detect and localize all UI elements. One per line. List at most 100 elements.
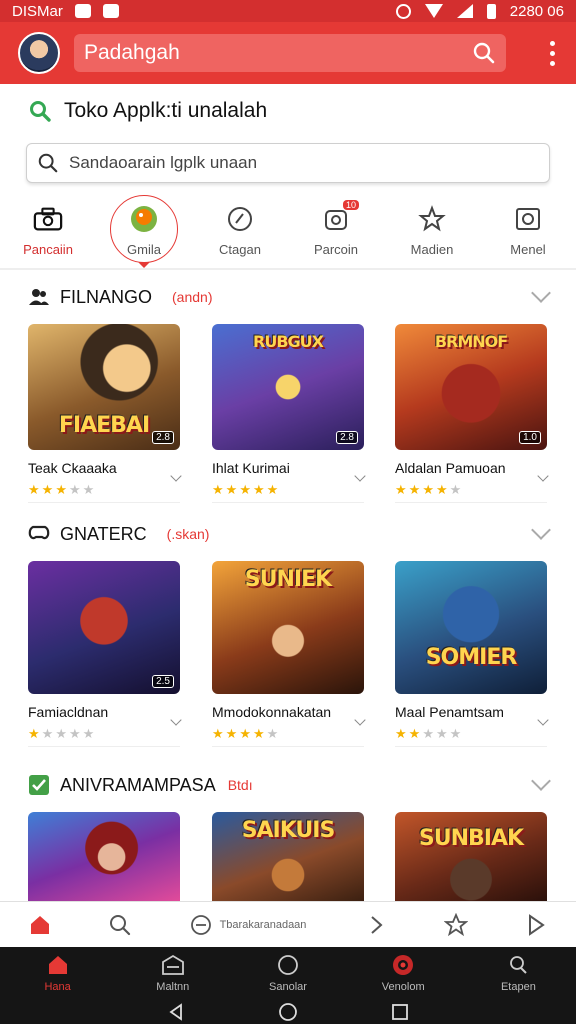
- search-placeholder: Sandaoarain lgplk unaan: [69, 153, 258, 172]
- divider: [212, 746, 364, 747]
- app-thumbnail[interactable]: SOMIER: [395, 561, 547, 694]
- section-header[interactable]: GNATERC (.skan): [28, 520, 551, 547]
- app-tag: 1.0: [519, 431, 541, 444]
- compass-icon: [225, 206, 255, 232]
- app-card[interactable]: RUBGUX 2.8 Ihlat Kurimai ★ ★ ★ ★ ★: [212, 324, 366, 503]
- star-filled-icon: ★: [422, 482, 434, 497]
- star-filled-icon: ★: [408, 482, 421, 497]
- star-empty-icon: ★: [266, 726, 279, 741]
- toolbar-middle-text: Tbarakaranadaan: [219, 918, 307, 931]
- category-tab-0[interactable]: Pancaiin: [0, 192, 96, 270]
- forward-button[interactable]: [336, 902, 416, 948]
- divider: [28, 502, 180, 503]
- app-name: Mmodokonnakatan: [212, 704, 332, 720]
- status-bar: DISMar 2280 06: [0, 0, 576, 22]
- favorite-button[interactable]: [416, 902, 496, 948]
- app-card[interactable]: SAIKUIS: [212, 812, 364, 902]
- app-name: Aldalan Pamuoan: [395, 460, 506, 476]
- divider: [28, 746, 180, 747]
- search-input[interactable]: Sandaoarain lgplk unaan: [26, 143, 550, 183]
- star-filled-icon: ★: [266, 482, 279, 497]
- notification-app-icon: [102, 4, 119, 18]
- section-header[interactable]: ANIVRAMAMPASA Btdı: [28, 771, 551, 798]
- back-icon[interactable]: [167, 1003, 185, 1021]
- star-filled-icon: ★: [395, 726, 407, 741]
- category-tab-4[interactable]: Madien: [384, 192, 480, 270]
- store-title-text: Toko Applk:ti unalalah: [64, 99, 268, 122]
- games-icon: [161, 954, 184, 975]
- category-tab-2[interactable]: Ctagan: [192, 192, 288, 270]
- home-circle-icon[interactable]: [278, 1002, 298, 1022]
- category-tab-5[interactable]: Menel: [480, 192, 576, 270]
- app-card[interactable]: FIAEBAI 2.8 Teak Ckaaaka ★ ★ ★ ★ ★: [28, 324, 182, 503]
- app-thumbnail[interactable]: FIAEBAI 2.8: [28, 324, 180, 450]
- app-thumbnail[interactable]: SAIKUIS: [212, 812, 364, 902]
- nav-item-apps[interactable]: Venolom: [346, 947, 461, 1000]
- section-title: ANIVRAMAMPASA: [60, 774, 216, 795]
- active-ring: [110, 195, 178, 263]
- alarm-icon: [395, 3, 411, 19]
- star-filled-icon: ★: [225, 726, 238, 741]
- category-tab-3[interactable]: 10 Parcoin: [288, 192, 384, 270]
- section-title: FILNANGO: [60, 286, 153, 307]
- star-filled-icon: ★: [212, 482, 224, 497]
- category-label: Menel: [510, 241, 546, 257]
- chevron-down-icon[interactable]: [531, 771, 551, 791]
- app-card[interactable]: SOMIER Maal Penamtsam ★ ★ ★ ★ ★: [395, 561, 549, 747]
- app-card[interactable]: BRMNOF 1.0 Aldalan Pamuoan ★ ★ ★ ★ ★: [395, 324, 549, 503]
- app-thumbnail[interactable]: SUNIEK: [212, 561, 364, 694]
- camera-bag-icon: [33, 206, 63, 232]
- search-icon: [110, 914, 131, 935]
- star-filled-icon: ★: [408, 726, 421, 741]
- search-button[interactable]: [80, 902, 160, 948]
- home-icon: [31, 915, 49, 934]
- star-empty-icon: ★: [68, 726, 81, 741]
- rating-stars: ★ ★ ★ ★ ★: [395, 482, 547, 498]
- app-thumbnail[interactable]: BRMNOF 1.0: [395, 324, 547, 450]
- recents-icon[interactable]: [391, 1003, 409, 1021]
- chevron-down-icon[interactable]: [531, 520, 551, 540]
- star-filled-icon: ★: [252, 726, 265, 741]
- avatar[interactable]: [18, 32, 60, 74]
- app-thumbnail[interactable]: 2.5: [28, 561, 180, 694]
- section-header[interactable]: FILNANGO (andn): [28, 283, 551, 310]
- nav-item-games[interactable]: Maltnn: [115, 947, 230, 1000]
- play-button[interactable]: [496, 902, 576, 948]
- app-card[interactable]: SUNIEK Mmodokonnakatan ★ ★ ★ ★ ★: [212, 561, 366, 747]
- mail-icon: [74, 4, 91, 18]
- app-thumbnail[interactable]: [28, 812, 180, 902]
- app-bar-search-text: Padahgah: [84, 41, 180, 64]
- nav-item-search[interactable]: Sanolar: [230, 947, 345, 1000]
- app-bar-search[interactable]: Padahgah: [74, 34, 506, 72]
- more-vert-icon[interactable]: [542, 38, 562, 68]
- app-thumbnail[interactable]: SUNBIAK: [395, 812, 547, 902]
- nav-item-account[interactable]: Etapen: [461, 947, 576, 1000]
- app-thumbnail[interactable]: RUBGUX 2.8: [212, 324, 364, 450]
- apps-icon: [393, 955, 414, 975]
- store-icon: [48, 956, 67, 974]
- toolbar-middle[interactable]: Tbarakaranadaan: [160, 902, 336, 948]
- app-name: Ihlat Kurimai: [212, 460, 290, 476]
- app-art-title: RUBGUX: [253, 332, 324, 351]
- app-card[interactable]: [28, 812, 180, 902]
- app-card[interactable]: 2.5 Famiacldnan ★ ★ ★ ★ ★: [28, 561, 182, 747]
- home-button[interactable]: [0, 902, 80, 948]
- category-tab-1[interactable]: Gmila: [96, 192, 192, 270]
- check-icon: [29, 775, 49, 795]
- nav-item-home[interactable]: Hana: [0, 947, 115, 1000]
- star-outline-icon: [444, 912, 468, 936]
- app-art-title: SUNBIAK: [418, 826, 524, 851]
- gamepad-icon: [28, 525, 50, 540]
- search-icon[interactable]: [472, 41, 496, 65]
- star-filled-icon: ★: [225, 482, 238, 497]
- star-filled-icon: ★: [28, 726, 40, 741]
- category-label: Parcoin: [313, 241, 359, 257]
- game-pad-icon: [190, 914, 211, 935]
- app-card[interactable]: SUNBIAK: [395, 812, 547, 902]
- notification-icon: 10: [321, 199, 359, 232]
- chevron-down-icon[interactable]: [531, 283, 551, 303]
- app-name: Teak Ckaaaka: [28, 460, 117, 476]
- star-filled-icon: ★: [239, 482, 251, 497]
- play-icon: [529, 913, 545, 936]
- category-bar: Pancaiin Gmila Ctagan 10 Parcoin Madien …: [0, 192, 576, 270]
